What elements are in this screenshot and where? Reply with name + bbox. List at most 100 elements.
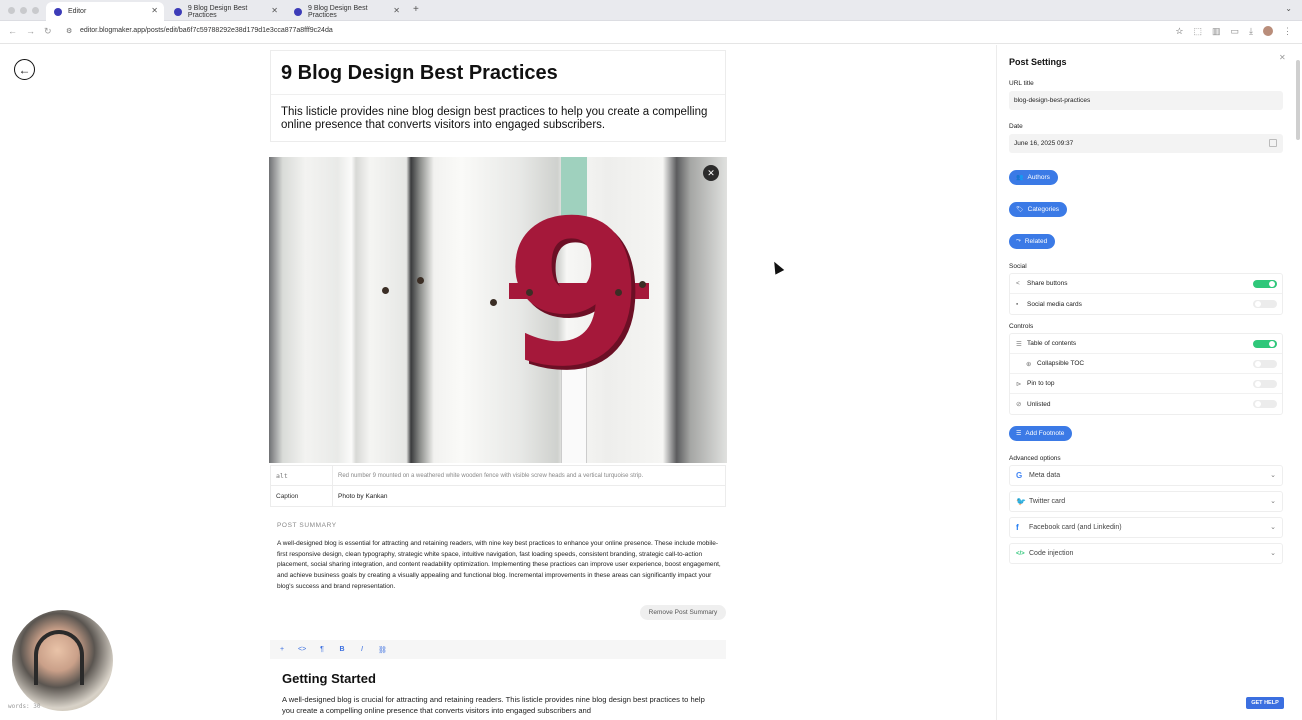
back-arrow-icon[interactable]: ← <box>14 59 35 80</box>
profile-avatar[interactable] <box>1263 26 1273 36</box>
get-help-button[interactable]: GET HELP <box>1246 697 1284 709</box>
chevron-down-icon: ⌄ <box>1270 498 1276 505</box>
url-field[interactable]: editor.blogmaker.app/posts/edit/ba6f7c59… <box>80 27 333 34</box>
alt-text-field[interactable]: Red number 9 mounted on a weathered whit… <box>333 473 643 479</box>
screw-icon <box>639 281 646 288</box>
chevron-down-icon: ⌄ <box>1270 472 1276 479</box>
add-block-icon[interactable]: + <box>278 646 286 653</box>
tab-editor[interactable]: Editor ✕ <box>46 2 164 21</box>
unlisted-row: ⊘ Unlisted <box>1010 394 1282 414</box>
link-icon: ⤳ <box>1016 238 1021 244</box>
alt-row: alt Red number 9 mounted on a weathered … <box>271 466 725 486</box>
number-nine-graphic: 9 <box>505 178 645 411</box>
caption-row: Caption Photo by Kankan <box>271 486 725 506</box>
share-buttons-row: < Share buttons <box>1010 274 1282 294</box>
remove-image-icon[interactable]: ✕ <box>703 165 719 181</box>
split-view-icon[interactable]: ▭ <box>1231 26 1240 37</box>
tab-post-1[interactable]: 9 Blog Design Best Practices ✕ <box>166 2 284 21</box>
back-nav-icon[interactable]: ← <box>8 26 17 36</box>
table-of-contents-toggle[interactable] <box>1253 340 1277 348</box>
date-label: Date <box>1009 123 1023 130</box>
social-label: Social <box>1009 263 1027 270</box>
social-options: < Share buttons ▪ Social media cards <box>1009 273 1283 315</box>
categories-button[interactable]: 🏷 Categories <box>1009 202 1068 217</box>
url-title-input[interactable]: blog-design-best-practices <box>1009 91 1283 110</box>
twitter-icon: 🐦 <box>1016 497 1026 506</box>
extension-icon[interactable]: ⬚ <box>1193 26 1202 37</box>
post-subtitle[interactable]: This listicle provides nine blog design … <box>281 106 711 132</box>
sidebar-icon[interactable]: ▥ <box>1212 26 1221 37</box>
new-tab-icon[interactable]: + <box>413 4 419 15</box>
eye-off-icon: ⊘ <box>1016 401 1022 408</box>
link-icon[interactable]: ⛓ <box>378 646 387 654</box>
screw-icon <box>615 289 622 296</box>
chevron-down-icon: ⌄ <box>1270 550 1276 557</box>
bookmark-star-icon[interactable]: ☆ <box>1175 26 1183 37</box>
close-tab-icon[interactable]: ✕ <box>271 6 278 15</box>
google-icon: G <box>1016 471 1023 480</box>
code-injection-row[interactable]: </> Code injection ⌄ <box>1009 543 1283 564</box>
screw-icon <box>417 277 424 284</box>
close-tab-icon[interactable]: ✕ <box>151 6 158 15</box>
facebook-card-row[interactable]: f Facebook card (and Linkedin) ⌄ <box>1009 517 1283 538</box>
close-tab-icon[interactable]: ✕ <box>393 6 400 15</box>
panel-scrollbar[interactable] <box>1296 60 1300 140</box>
italic-icon[interactable]: I <box>358 646 366 653</box>
tab-search-icon[interactable]: ⌄ <box>1285 4 1292 13</box>
share-buttons-toggle[interactable] <box>1253 280 1277 288</box>
unlisted-toggle[interactable] <box>1253 400 1277 408</box>
list-icon: ☰ <box>1016 340 1022 348</box>
browser-toolbar: ☆ ⬚ ▥ ▭ ⤓ ⋮ <box>1175 26 1292 37</box>
post-title[interactable]: 9 Blog Design Best Practices <box>281 62 558 85</box>
reload-icon[interactable]: ↻ <box>44 26 52 37</box>
list-icon: ☰ <box>1016 431 1022 437</box>
bold-icon[interactable]: B <box>338 646 346 653</box>
mouse-cursor-icon <box>769 259 785 275</box>
add-footnote-button[interactable]: ☰ Add Footnote <box>1009 426 1073 441</box>
pin-to-top-toggle[interactable] <box>1253 380 1277 388</box>
caption-field[interactable]: Photo by Kankan <box>333 493 388 500</box>
pin-icon: ⊳ <box>1016 380 1022 388</box>
post-settings-panel: Post Settings ✕ URL title blog-design-be… <box>996 45 1296 720</box>
divider <box>271 94 725 95</box>
social-media-cards-row: ▪ Social media cards <box>1010 294 1282 314</box>
calendar-icon[interactable] <box>1269 139 1277 147</box>
section-heading[interactable]: Getting Started <box>282 671 376 686</box>
download-icon[interactable]: ⤓ <box>1249 26 1253 37</box>
title-card: 9 Blog Design Best Practices This listic… <box>270 50 726 142</box>
tab-post-2[interactable]: 9 Blog Design Best Practices ✕ <box>286 2 406 21</box>
post-summary-text[interactable]: A well-designed blog is essential for at… <box>277 539 721 593</box>
meta-data-row[interactable]: G Meta data ⌄ <box>1009 465 1283 486</box>
advanced-options-label: Advanced options <box>1009 455 1061 462</box>
post-summary-label: POST SUMMARY <box>277 522 337 529</box>
favicon-icon <box>294 7 302 16</box>
card-icon: ▪ <box>1016 300 1019 308</box>
word-count: words: 30 <box>8 703 41 710</box>
screw-icon <box>526 289 533 296</box>
related-button[interactable]: ⤳ Related <box>1009 234 1056 249</box>
collapsible-toc-row: ⊕ Collapsible TOC <box>1010 354 1282 374</box>
hero-image[interactable]: 9 <box>269 157 727 463</box>
forward-nav-icon[interactable]: → <box>26 26 35 36</box>
code-icon[interactable]: <> <box>298 646 306 653</box>
social-media-cards-toggle[interactable] <box>1253 300 1277 308</box>
remove-post-summary-button[interactable]: Remove Post Summary <box>640 605 726 620</box>
paragraph-icon[interactable]: ¶ <box>318 646 326 653</box>
users-icon: 👥 <box>1016 175 1024 181</box>
webcam-overlay <box>12 610 113 711</box>
menu-icon[interactable]: ⋮ <box>1283 26 1292 37</box>
url-title-label: URL title <box>1009 80 1034 87</box>
pin-to-top-row: ⊳ Pin to top <box>1010 374 1282 394</box>
close-panel-icon[interactable]: ✕ <box>1279 53 1286 62</box>
browser-tab-bar: Editor ✕ 9 Blog Design Best Practices ✕ … <box>0 0 1302 21</box>
twitter-card-row[interactable]: 🐦 Twitter card ⌄ <box>1009 491 1283 512</box>
body-paragraph[interactable]: A well-designed blog is crucial for attr… <box>282 694 712 716</box>
authors-button[interactable]: 👥 Authors <box>1009 170 1058 185</box>
date-input[interactable]: June 16, 2025 09:37 <box>1009 134 1283 153</box>
collapsible-toc-toggle[interactable] <box>1253 360 1277 368</box>
window-controls[interactable] <box>8 7 39 14</box>
table-of-contents-row: ☰ Table of contents <box>1010 334 1282 354</box>
screw-icon <box>490 299 497 306</box>
controls-label: Controls <box>1009 323 1034 330</box>
site-info-icon[interactable]: ⚙ <box>66 27 72 35</box>
